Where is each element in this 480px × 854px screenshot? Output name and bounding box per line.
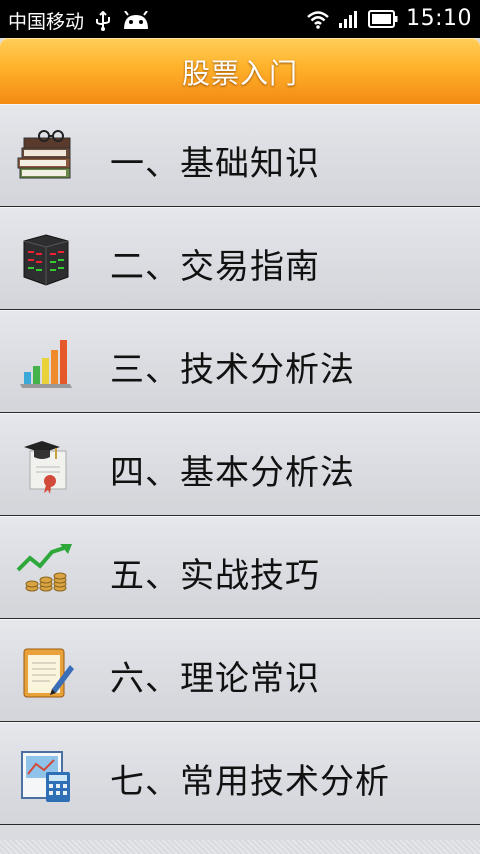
menu-item-technical-analysis[interactable]: 三、技术分析法: [0, 310, 480, 413]
menu-item-practical-skills[interactable]: 五、实战技巧: [0, 516, 480, 619]
menu-item-basic-knowledge[interactable]: 一、基础知识: [0, 104, 480, 207]
battery-icon: [368, 9, 398, 28]
clock: 15:10: [406, 6, 472, 31]
stock-board-icon: [16, 231, 76, 291]
android-icon: [122, 9, 150, 31]
menu-item-label: 二、交易指南: [110, 247, 320, 287]
calculator-chart-icon: [16, 746, 76, 806]
status-bar-right: 15:10: [306, 6, 472, 31]
menu-item-label: 四、基本分析法: [110, 453, 355, 493]
books-icon: [16, 128, 76, 188]
menu-item-label: 五、实战技巧: [110, 556, 320, 596]
menu-item-common-technical-analysis[interactable]: 七、常用技术分析: [0, 722, 480, 825]
carrier-name: 中国移动: [8, 11, 85, 33]
usb-icon: [94, 10, 112, 31]
status-bar: 中国移动 15:10: [0, 0, 480, 38]
bar-chart-icon: [16, 334, 76, 394]
app-window: 股票入门 一、基础知识 二、交易指南 三、技术分析法 四、基本分析法 五、实战技…: [0, 38, 480, 854]
list-bottom-edge: [0, 840, 480, 854]
menu-item-label: 三、技术分析法: [110, 350, 355, 390]
menu-item-trading-guide[interactable]: 二、交易指南: [0, 207, 480, 310]
title-bar: 股票入门: [0, 38, 480, 104]
menu-item-fundamental-analysis[interactable]: 四、基本分析法: [0, 413, 480, 516]
notepad-icon: [16, 643, 76, 703]
menu-item-theory[interactable]: 六、理论常识: [0, 619, 480, 722]
signal-icon: [338, 9, 360, 29]
status-bar-left: 中国移动: [8, 7, 150, 34]
wifi-icon: [306, 9, 330, 29]
page-title: 股票入门: [181, 57, 298, 90]
menu-list: 一、基础知识 二、交易指南 三、技术分析法 四、基本分析法 五、实战技巧 六、理…: [0, 104, 480, 825]
menu-item-label: 七、常用技术分析: [110, 762, 390, 802]
coins-growth-icon: [16, 540, 76, 600]
diploma-icon: [16, 437, 76, 497]
menu-item-label: 六、理论常识: [110, 659, 320, 699]
menu-item-label: 一、基础知识: [110, 144, 320, 184]
